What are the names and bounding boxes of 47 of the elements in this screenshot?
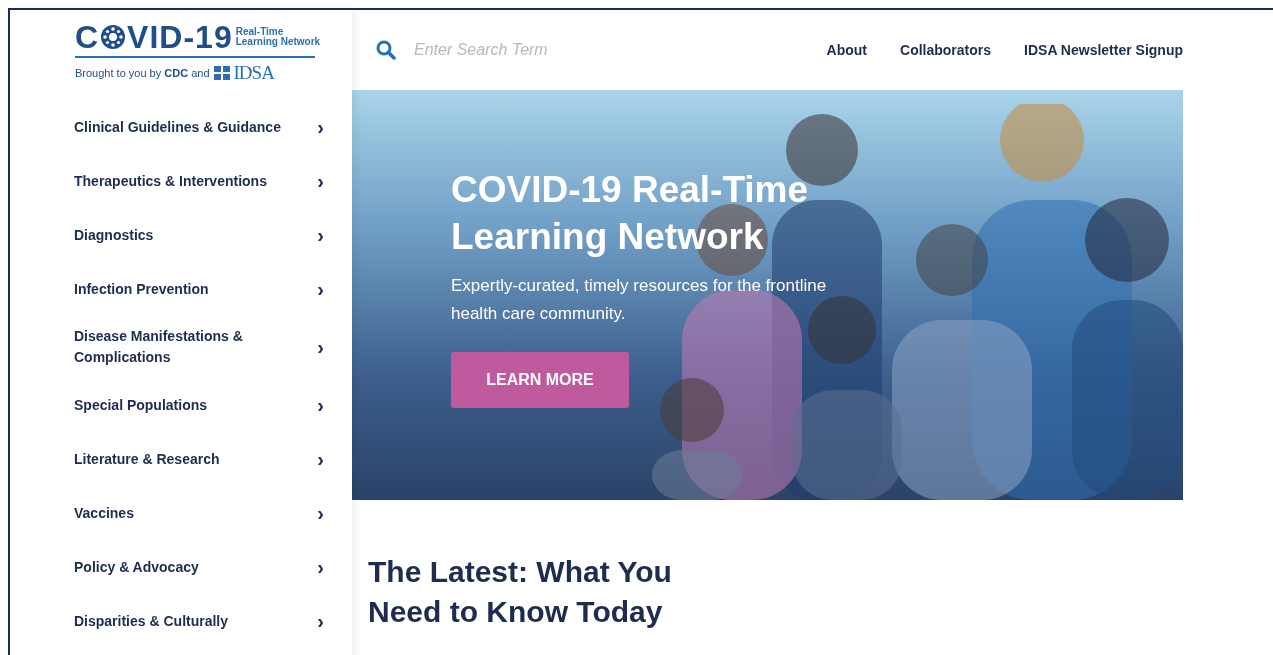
sidebar-item[interactable]: Literature & Research › — [74, 432, 330, 486]
sidebar-item-label: Policy & Advocacy — [74, 557, 199, 577]
sidebar-item-label: Clinical Guidelines & Guidance — [74, 117, 281, 137]
chevron-icon: › — [317, 224, 324, 246]
chevron-icon: › — [317, 502, 324, 524]
sidebar-item-label: Diagnostics — [74, 225, 154, 245]
nav-link[interactable]: Collaborators — [900, 42, 992, 58]
logo-title: VID-19 — [127, 20, 233, 54]
search-field[interactable]: Enter Search Term — [412, 40, 616, 60]
sidebar-item[interactable]: Disease Manifestations & Complications › — [74, 316, 330, 378]
sidebar-item-label: Special Populations — [74, 395, 208, 415]
sidebar-item[interactable]: Policy & Advocacy › — [74, 540, 330, 594]
seal-icon — [212, 65, 231, 81]
chevron-icon: › — [317, 556, 324, 578]
sidebar-item-label: Disparities & Culturally — [74, 611, 229, 631]
sidebar-item[interactable]: Disparities & Culturally › — [74, 594, 330, 648]
sidebar-item-label: Vaccines — [74, 503, 134, 523]
logo-tagline: Real-Time — [235, 27, 285, 37]
sidebar-item[interactable]: Vaccines › — [74, 486, 330, 540]
learn-more-button[interactable]: LEARN MORE — [451, 352, 629, 408]
sidebar-item-label: Infection Prevention — [74, 279, 209, 299]
credit-text: Brought to you by CDC and — [75, 67, 210, 79]
hero-subtitle: Expertly-curated, timely resources for the frontline health care community. — [451, 275, 828, 325]
chevron-icon: › — [317, 278, 324, 300]
chevron-icon: › — [317, 336, 324, 358]
sidebar-item[interactable]: Diagnostics › — [74, 208, 330, 262]
sidebar-item[interactable]: Special Populations › — [74, 378, 330, 432]
sidebar-item-label: Disease Manifestations & Complications — [74, 327, 244, 367]
hero-title: COVID-19 Real-Time Learning Network — [451, 168, 810, 259]
sidebar-item[interactable]: Therapeutics & Interventions › — [74, 154, 330, 208]
section-heading: The Latest: What You Need to Know Today — [368, 554, 673, 630]
search-icon — [376, 40, 396, 60]
nav-link[interactable]: About — [826, 42, 868, 58]
sidebar-item[interactable]: Infection Prevention › — [74, 262, 330, 316]
sidebar-item-label: Literature & Research — [74, 449, 220, 469]
partner-logo-text: IDSA — [233, 62, 274, 84]
chevron-icon: › — [317, 394, 324, 416]
logo-tagline: Learning Network — [235, 37, 321, 47]
chevron-icon: › — [317, 170, 324, 192]
nav-link[interactable]: IDSA Newsletter Signup — [1024, 42, 1183, 58]
chevron-icon: › — [317, 610, 324, 632]
chevron-icon: › — [317, 116, 324, 138]
sidebar-item[interactable]: Clinical Guidelines & Guidance › — [74, 100, 330, 154]
chevron-icon: › — [317, 448, 324, 470]
sidebar-item-label: Therapeutics & Interventions — [74, 171, 267, 191]
logo-letter: C — [75, 20, 100, 54]
virus-icon — [99, 23, 128, 51]
